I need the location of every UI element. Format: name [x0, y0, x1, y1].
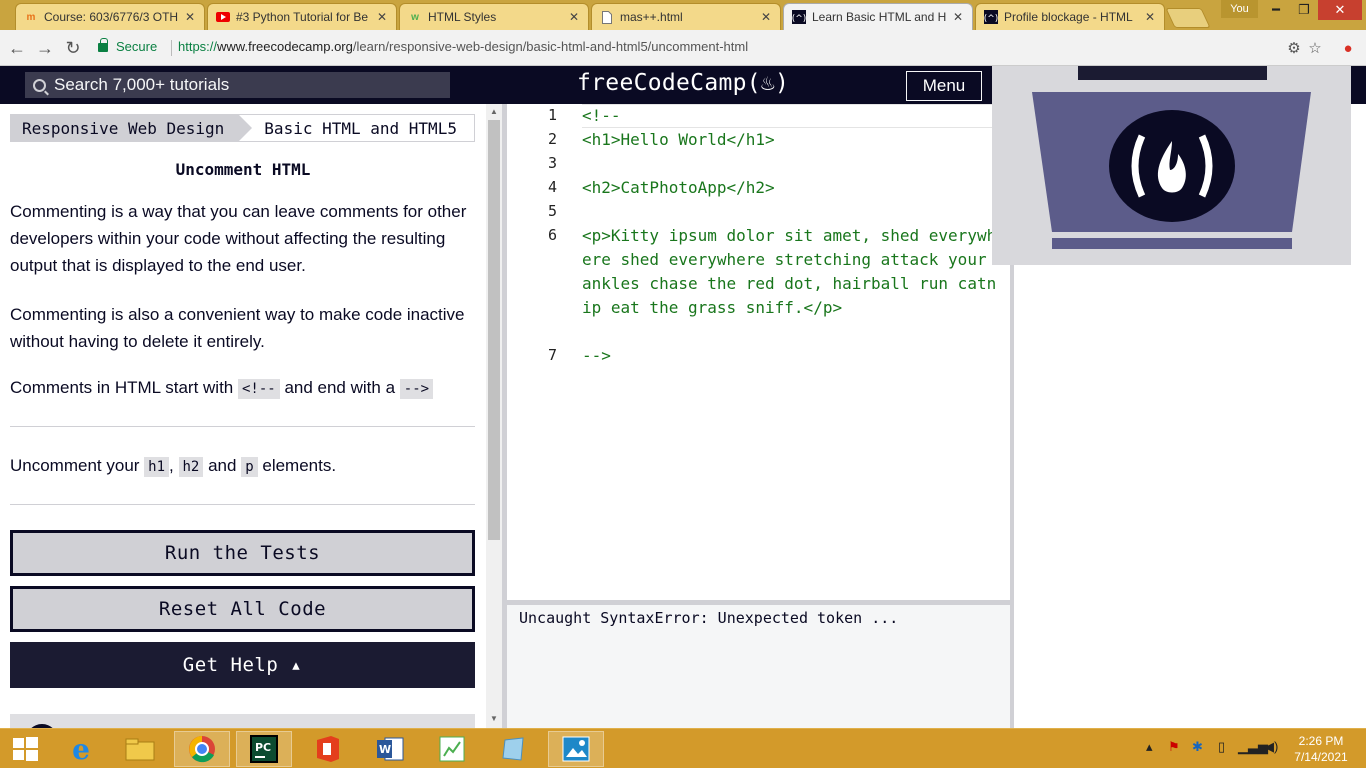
browser-tab-strip: m Course: 603/6776/3 OTH ✕ #3 Python Tut… [0, 0, 1366, 30]
reset-code-button[interactable]: Reset All Code [10, 586, 475, 632]
secure-indicator[interactable]: Secure [98, 38, 157, 54]
instructions-pane: Responsive Web Design Basic HTML and HTM… [0, 104, 486, 728]
translate-icon[interactable]: ⚙ [1284, 38, 1304, 58]
close-icon[interactable]: ✕ [568, 10, 580, 24]
code-line[interactable]: <h1>Hello World</h1> [582, 128, 1002, 152]
tab-profile-blockage[interactable]: (^) Profile blockage - HTML ✕ [975, 3, 1165, 30]
action-center-icon[interactable]: ⚑ [1168, 739, 1180, 755]
window-close-icon[interactable]: ✕ [1318, 0, 1362, 20]
divider [10, 426, 475, 427]
freecodecamp-icon: (^) [792, 10, 806, 24]
url-separator [171, 40, 172, 56]
youtube-icon [216, 10, 230, 24]
notepad-icon[interactable] [486, 731, 542, 767]
minimize-icon[interactable]: ━ [1262, 0, 1290, 20]
description-paragraph-3: Comments in HTML start with <!-- and end… [10, 374, 480, 403]
svg-text:(^): (^) [984, 14, 998, 24]
line-number: 5 [547, 202, 557, 220]
fcc-logo-image [992, 66, 1351, 265]
chrome-taskbar-icon[interactable] [174, 731, 230, 767]
pycharm-icon[interactable]: PC [236, 731, 292, 767]
tab-html-styles[interactable]: w HTML Styles ✕ [399, 3, 589, 30]
document-icon [600, 10, 614, 24]
line-number: 7 [547, 346, 557, 364]
tab-moodle-course[interactable]: m Course: 603/6776/3 OTH ✕ [15, 3, 205, 30]
scroll-up-icon[interactable]: ▲ [489, 107, 499, 117]
moodle-icon: m [26, 11, 36, 23]
svg-text:W: W [379, 743, 391, 756]
tab-learn-basic-html[interactable]: (^) Learn Basic HTML and H ✕ [783, 3, 973, 30]
restore-icon[interactable]: ❐ [1290, 0, 1318, 20]
description-paragraph-1: Commenting is a way that you can leave c… [10, 202, 467, 275]
scroll-down-icon[interactable]: ▼ [489, 714, 499, 724]
breadcrumb-block[interactable]: Basic HTML and HTML5 [238, 114, 475, 142]
line-number: 4 [547, 178, 557, 196]
test-result-item [10, 714, 475, 728]
file-explorer-icon[interactable] [112, 731, 168, 767]
photos-icon[interactable] [548, 731, 604, 767]
windows-taskbar: e PC W ▴ ⚑ ✱ ▯ ▁▃▅ ◀) 2:26 PM 7/14/2021 [0, 728, 1366, 768]
code-line[interactable]: <h2>CatPhotoApp</h2> [582, 176, 1002, 200]
back-arrow-icon[interactable]: ← [6, 37, 28, 59]
line-number: 1 [547, 106, 557, 124]
internet-explorer-icon[interactable]: e [53, 731, 109, 767]
w3schools-icon: w [411, 11, 419, 23]
reload-icon[interactable]: ↻ [62, 37, 84, 59]
new-tab-button[interactable] [1165, 8, 1211, 28]
search-icon [33, 78, 46, 92]
close-icon[interactable]: ✕ [760, 10, 772, 24]
bookmark-star-icon[interactable]: ☆ [1305, 38, 1325, 58]
menu-button[interactable]: Menu [906, 71, 982, 101]
freecodecamp-icon: (^) [984, 10, 998, 24]
lock-icon [98, 38, 108, 52]
chrome-menu-icon[interactable]: ● [1338, 38, 1358, 58]
show-hidden-icons[interactable]: ▴ [1146, 739, 1153, 755]
close-icon[interactable]: ✕ [1144, 10, 1156, 24]
console-output: Uncaught SyntaxError: Unexpected token .… [507, 605, 1010, 728]
profile-badge[interactable]: You [1221, 0, 1258, 18]
url-field[interactable]: https://www.freecodecamp.org/learn/respo… [178, 39, 748, 54]
get-help-button[interactable]: Get Help ▴ [10, 642, 475, 688]
tab-mas-html[interactable]: mas++.html ✕ [591, 3, 781, 30]
challenge-title: Uncomment HTML [175, 160, 311, 179]
close-icon[interactable]: ✕ [952, 10, 964, 24]
project-icon[interactable] [424, 731, 480, 767]
office-icon[interactable] [300, 731, 356, 767]
close-icon[interactable]: ✕ [376, 10, 388, 24]
system-clock[interactable]: 2:26 PM 7/14/2021 [1286, 733, 1356, 765]
line-number: 6 [547, 226, 557, 244]
code-line[interactable]: <!-- [582, 104, 1002, 128]
forward-arrow-icon[interactable]: → [34, 37, 56, 59]
code-line[interactable]: --> [582, 344, 1002, 368]
run-tests-button[interactable]: Run the Tests [10, 530, 475, 576]
code-editor[interactable]: 1 <!-- 2 <h1>Hello World</h1> 3 4 <h2>Ca… [507, 104, 1010, 600]
volume-icon[interactable]: ◀) [1264, 739, 1278, 755]
start-button-icon[interactable] [0, 731, 50, 767]
address-toolbar: ← → ↻ Secure https://www.freecodecamp.or… [0, 30, 1366, 66]
code-line[interactable]: <p>Kitty ipsum dolor sit amet, shed ever… [582, 224, 1002, 320]
breadcrumb: Responsive Web Design Basic HTML and HTM… [10, 114, 475, 142]
svg-text:PC: PC [255, 741, 271, 754]
search-input[interactable]: Search 7,000+ tutorials [25, 72, 450, 98]
line-number: 3 [547, 154, 557, 172]
battery-icon[interactable]: ▯ [1218, 739, 1225, 755]
breadcrumb-superblock[interactable]: Responsive Web Design [10, 114, 253, 142]
tab-youtube-python[interactable]: #3 Python Tutorial for Be ✕ [207, 3, 397, 30]
divider [10, 504, 475, 505]
instructions-scrollbar[interactable]: ▲ ▼ [486, 104, 502, 728]
fcc-logo[interactable]: freeCodeCamp(♨) [577, 70, 789, 96]
task-instructions: Uncomment your h1, h2 and p elements. [10, 456, 337, 477]
word-icon[interactable]: W [362, 731, 418, 767]
bluetooth-icon[interactable]: ✱ [1192, 739, 1203, 755]
description-paragraph-2: Commenting is also a convenient way to m… [10, 305, 465, 351]
close-icon[interactable]: ✕ [184, 10, 196, 24]
svg-text:(^): (^) [792, 14, 806, 24]
scrollbar-thumb[interactable] [488, 120, 500, 540]
line-number: 2 [547, 130, 557, 148]
